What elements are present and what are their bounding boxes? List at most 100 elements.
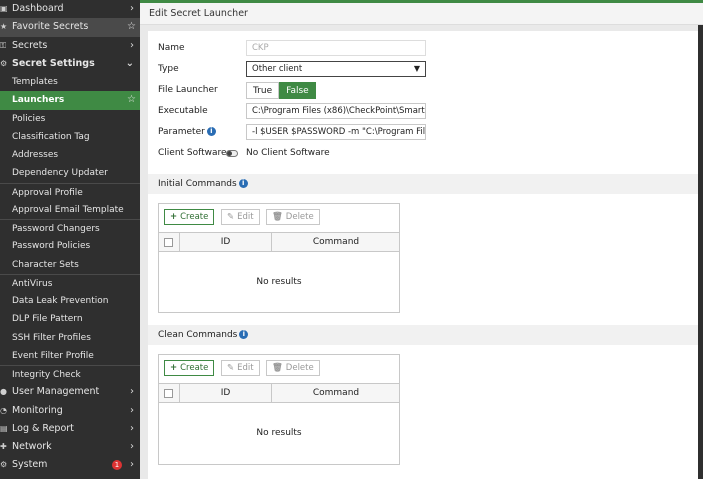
- create-button[interactable]: + Create: [164, 360, 215, 376]
- empty-state: No results: [256, 428, 302, 438]
- create-label: Create: [180, 212, 209, 222]
- nav-event-filter-profile[interactable]: Event Filter Profile: [0, 347, 140, 365]
- nav-monitoring[interactable]: ◔ Monitoring ›: [0, 402, 140, 420]
- nav-label: Password Changers: [12, 224, 100, 234]
- toggle-false-button[interactable]: False: [279, 82, 316, 99]
- nav-dependency-updater[interactable]: Dependency Updater: [0, 164, 140, 182]
- page-header: Edit Secret Launcher: [140, 0, 703, 25]
- nav-label: Event Filter Profile: [12, 350, 94, 361]
- star-outline-icon[interactable]: ☆: [127, 18, 136, 36]
- nav-label: AntiVirus: [12, 278, 53, 289]
- nav-integrity-check[interactable]: Integrity Check: [0, 365, 140, 383]
- nav-log-report[interactable]: ▤ Log & Report ›: [0, 420, 140, 438]
- nav-ssh-filter-profiles[interactable]: SSH Filter Profiles: [0, 329, 140, 347]
- chevron-right-icon: ›: [130, 3, 134, 14]
- delete-button[interactable]: 🗑 Delete: [266, 209, 320, 225]
- nav-secret-settings[interactable]: ⚙ Secret Settings ⌄: [0, 55, 140, 73]
- nav-classification-tag[interactable]: Classification Tag: [0, 128, 140, 146]
- page-title: Edit Secret Launcher: [149, 8, 248, 19]
- table-header: ID Command: [159, 232, 399, 252]
- initial-commands-title: Initial Commands: [158, 179, 237, 189]
- select-all-checkbox[interactable]: [164, 238, 173, 247]
- right-edge-strip: [698, 25, 703, 479]
- nav-launchers[interactable]: Launchers ☆: [0, 91, 140, 110]
- nav-label: Dependency Updater: [12, 168, 108, 179]
- create-button[interactable]: + Create: [164, 209, 215, 225]
- nav-antivirus[interactable]: AntiVirus: [0, 273, 140, 292]
- initial-commands-table: + Create ✎ Edit 🗑 Delete ID Command No resu…: [158, 203, 400, 313]
- nav-label: Monitoring: [12, 404, 63, 416]
- nav-label: Launchers: [12, 95, 65, 106]
- info-icon[interactable]: i: [238, 179, 248, 188]
- nav-label: Policies: [12, 113, 46, 124]
- nav-label: Log & Report: [12, 422, 74, 434]
- star-outline-icon[interactable]: ☆: [127, 91, 136, 109]
- nav-label: Network: [12, 441, 52, 452]
- chevron-right-icon: ›: [130, 386, 134, 398]
- info-icon[interactable]: i: [239, 330, 249, 339]
- nav-label: Password Policies: [12, 241, 91, 252]
- log-icon: ▤: [0, 423, 8, 433]
- key-icon: ⚿: [0, 40, 7, 50]
- nav-user-management[interactable]: ● User Management ›: [0, 383, 140, 401]
- column-header-id[interactable]: ID: [179, 384, 272, 403]
- nav-addresses[interactable]: Addresses: [0, 146, 140, 164]
- initial-commands-toolbar: + Create ✎ Edit 🗑 Delete: [159, 204, 399, 232]
- name-field[interactable]: CKP: [246, 40, 426, 56]
- nav-secrets[interactable]: ⚿ Secrets ›: [0, 37, 140, 55]
- network-icon: ✚: [0, 442, 7, 451]
- delete-button[interactable]: 🗑 Delete: [266, 360, 320, 376]
- clean-commands-header: Clean Commands i: [148, 325, 698, 345]
- nav-password-policies[interactable]: Password Policies: [0, 237, 140, 255]
- parameter-field[interactable]: -l $USER $PASSWORD -m "C:\Program File: [246, 124, 426, 140]
- nav-favorite-secrets[interactable]: ★ Favorite Secrets ☆: [0, 18, 140, 37]
- gear-icon: ⚙: [0, 58, 8, 68]
- nav-approval-email-template[interactable]: Approval Email Template: [0, 201, 140, 219]
- column-header-command[interactable]: Command: [272, 233, 400, 252]
- nav-templates[interactable]: Templates: [0, 73, 140, 91]
- user-icon: ●: [0, 387, 7, 397]
- nav-label: Secret Settings: [12, 57, 95, 69]
- chevron-right-icon: ›: [130, 39, 134, 51]
- plus-icon: +: [170, 212, 178, 222]
- edit-launcher-form: Name CKP Type Other client ▼ File Launch…: [148, 31, 698, 479]
- nav-label: Integrity Check: [12, 370, 81, 380]
- type-select[interactable]: Other client ▼: [246, 61, 426, 77]
- empty-state: No results: [256, 277, 302, 287]
- trash-icon: 🗑: [272, 363, 283, 373]
- column-header-id[interactable]: ID: [179, 233, 272, 252]
- toggle-true-button[interactable]: True: [246, 82, 280, 99]
- star-icon: ★: [0, 22, 8, 32]
- chevron-right-icon: ›: [130, 422, 134, 434]
- parameter-label: Parameter: [158, 127, 205, 137]
- edit-button[interactable]: ✎ Edit: [221, 209, 260, 225]
- nav-label: Templates: [12, 77, 58, 87]
- nav-label: SSH Filter Profiles: [12, 332, 91, 343]
- nav-dashboard[interactable]: ▣ Dashboard ›: [0, 0, 140, 18]
- nav-label: Classification Tag: [12, 131, 90, 142]
- edit-label: Edit: [237, 212, 254, 222]
- edit-label: Edit: [237, 363, 254, 373]
- nav-policies[interactable]: Policies: [0, 110, 140, 128]
- nav-approval-profile[interactable]: Approval Profile: [0, 182, 140, 201]
- clean-commands-table: + Create ✎ Edit 🗑 Delete ID Command No resu…: [158, 354, 400, 465]
- nav-label: Secrets: [12, 39, 48, 51]
- nav-character-sets[interactable]: Character Sets: [0, 256, 140, 274]
- client-software-switch[interactable]: [226, 150, 238, 157]
- name-label: Name: [158, 43, 185, 53]
- edit-button[interactable]: ✎ Edit: [221, 360, 260, 376]
- info-icon[interactable]: i: [206, 127, 216, 136]
- select-all-checkbox[interactable]: [164, 389, 173, 398]
- column-header-command[interactable]: Command: [272, 384, 400, 403]
- nav-label: Dashboard: [12, 3, 64, 14]
- nav-network[interactable]: ✚ Network ›: [0, 438, 140, 456]
- nav-password-changers[interactable]: Password Changers: [0, 219, 140, 237]
- nav-label: Data Leak Prevention: [12, 296, 109, 306]
- delete-label: Delete: [285, 212, 314, 222]
- executable-field[interactable]: C:\Program Files (x86)\CheckPoint\SmartC: [246, 103, 426, 119]
- nav-label: Character Sets: [12, 259, 79, 270]
- delete-label: Delete: [285, 363, 314, 373]
- nav-system[interactable]: ⚙ System 1 ›: [0, 456, 140, 474]
- nav-dlp-file-pattern[interactable]: DLP File Pattern: [0, 310, 140, 328]
- nav-data-leak-prevention[interactable]: Data Leak Prevention: [0, 292, 140, 310]
